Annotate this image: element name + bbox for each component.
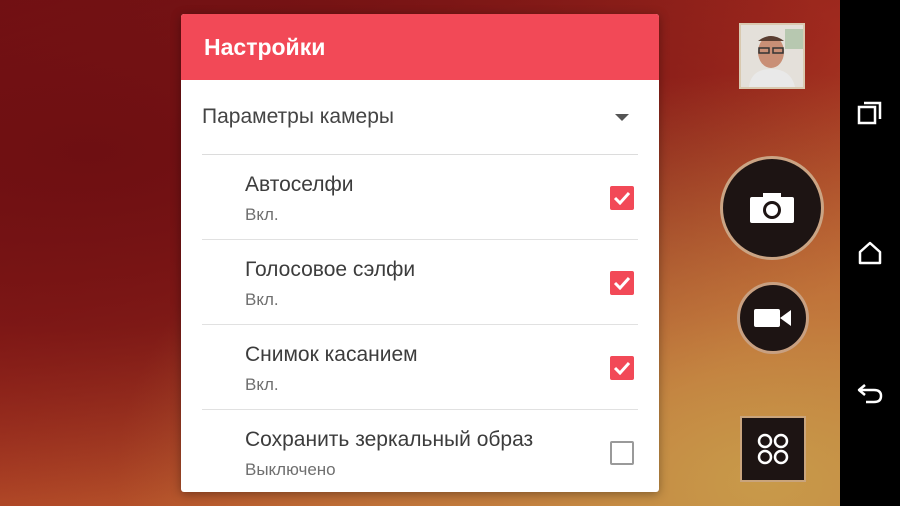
- shutter-button[interactable]: [720, 156, 824, 260]
- recent-apps-button[interactable]: [840, 83, 900, 143]
- dialog-header: Настройки: [181, 14, 659, 80]
- chevron-down-icon: [615, 113, 629, 121]
- home-icon: [858, 241, 882, 265]
- voice-selfie-checkbox[interactable]: [610, 271, 634, 295]
- setting-status: Вкл.: [245, 375, 279, 394]
- setting-title: Голосовое сэлфи: [245, 258, 416, 281]
- modes-grid-icon: [757, 433, 789, 465]
- navigation-bar: [840, 0, 900, 506]
- checkmark-icon: [613, 276, 631, 290]
- setting-status: Вкл.: [245, 290, 279, 309]
- camera-params-dropdown[interactable]: Параметры камеры: [202, 80, 638, 155]
- settings-dialog: Настройки Параметры камеры Автоселфи Вкл…: [181, 14, 659, 492]
- setting-touch-capture[interactable]: Снимок касанием Вкл.: [202, 325, 638, 410]
- setting-autoselfie[interactable]: Автоселфи Вкл.: [202, 155, 638, 240]
- setting-status: Вкл.: [245, 205, 279, 224]
- autoselfie-checkbox[interactable]: [610, 186, 634, 210]
- setting-voice-selfie[interactable]: Голосовое сэлфи Вкл.: [202, 240, 638, 325]
- video-record-button[interactable]: [737, 282, 809, 354]
- home-button[interactable]: [840, 223, 900, 283]
- recent-apps-icon: [857, 101, 882, 125]
- mirror-image-checkbox[interactable]: [610, 441, 634, 465]
- video-camera-icon: [754, 309, 791, 327]
- touch-capture-checkbox[interactable]: [610, 356, 634, 380]
- camera-modes-button[interactable]: [740, 416, 806, 482]
- checkmark-icon: [613, 191, 631, 205]
- camera-icon: [750, 193, 794, 223]
- setting-status: Выключено: [245, 460, 336, 479]
- setting-mirror-image[interactable]: Сохранить зеркальный образ Выключено: [202, 410, 638, 492]
- setting-title: Снимок касанием: [245, 343, 418, 366]
- photo-thumbnail[interactable]: [739, 23, 805, 89]
- setting-title: Сохранить зеркальный образ: [245, 428, 534, 451]
- back-icon: [857, 384, 883, 404]
- checkmark-icon: [613, 361, 631, 375]
- selfie-thumbnail-image: [741, 25, 803, 87]
- section-title: Параметры камеры: [202, 105, 394, 128]
- back-button[interactable]: [840, 363, 900, 423]
- dialog-title: Настройки: [204, 33, 326, 60]
- setting-title: Автоселфи: [245, 173, 354, 196]
